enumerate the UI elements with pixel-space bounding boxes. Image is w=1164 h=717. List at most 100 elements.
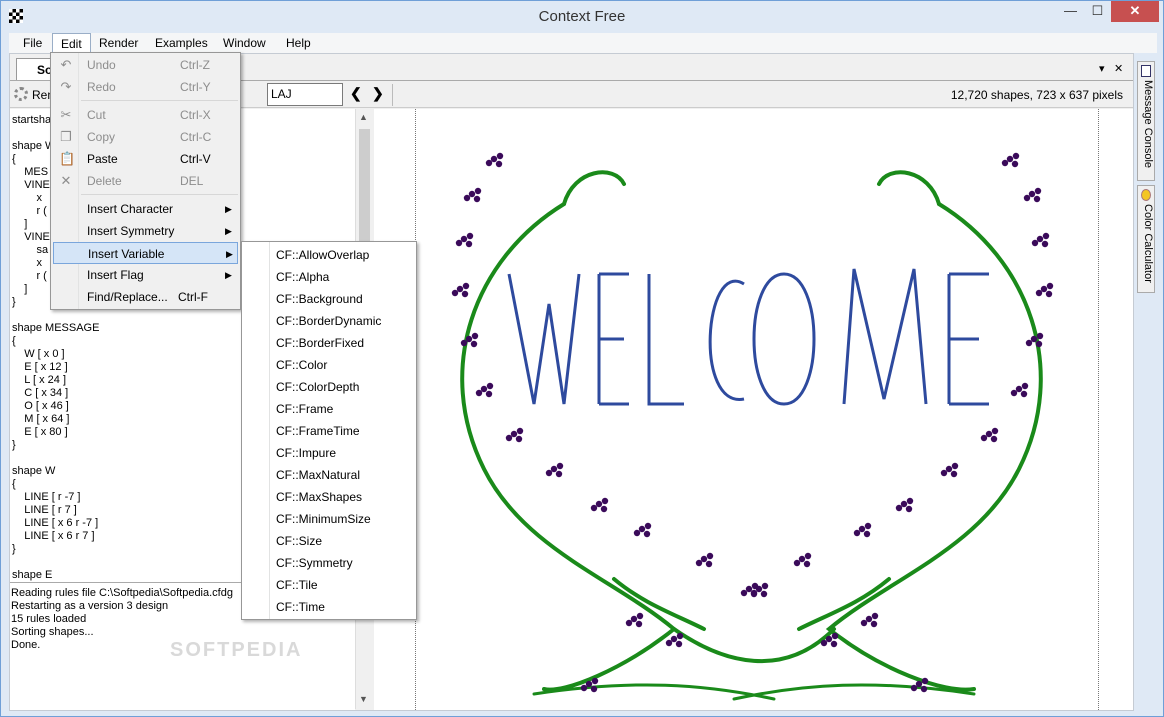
- berry: [556, 462, 564, 470]
- menu-file[interactable]: File: [15, 33, 50, 53]
- code-line: shape MESSAGE: [12, 322, 100, 334]
- edit-menu-insert-flag[interactable]: Insert Flag ▶: [53, 264, 238, 286]
- berry: [465, 240, 473, 248]
- berry: [910, 684, 918, 692]
- berry: [460, 235, 468, 243]
- berry: [625, 619, 633, 627]
- variable-item-colordepth[interactable]: CF::ColorDepth: [276, 376, 416, 398]
- render-canvas[interactable]: [374, 109, 1133, 710]
- variable-item-minimumsize[interactable]: CF::MinimumSize: [276, 508, 416, 530]
- variable-item-frame[interactable]: CF::Frame: [276, 398, 416, 420]
- welcome-letter: [842, 268, 928, 405]
- berry: [490, 155, 498, 163]
- variable-item-color[interactable]: CF::Color: [276, 354, 416, 376]
- code-line: {: [12, 153, 16, 165]
- variable-item-tile[interactable]: CF::Tile: [276, 574, 416, 596]
- variable-item-borderfixed[interactable]: CF::BorderFixed: [276, 332, 416, 354]
- welcome-letter: [752, 272, 816, 406]
- menu-render[interactable]: Render: [91, 33, 146, 53]
- berry: [895, 504, 903, 512]
- berry: [456, 285, 464, 293]
- code-line: x: [12, 192, 42, 204]
- berry: [643, 530, 651, 538]
- edit-menu-insert-symmetry[interactable]: Insert Symmetry ▶: [53, 220, 238, 242]
- variable-item-alpha[interactable]: CF::Alpha: [276, 266, 416, 288]
- vine-stroke: [672, 627, 836, 664]
- menu-bar: File Edit Render Examples Window Help: [9, 33, 1157, 54]
- menu-window[interactable]: Window: [215, 33, 274, 53]
- berry: [991, 427, 999, 435]
- color-calculator-icon: [1141, 189, 1151, 201]
- variable-item-maxshapes[interactable]: CF::MaxShapes: [276, 486, 416, 508]
- variable-item-allowoverlap[interactable]: CF::AllowOverlap: [276, 244, 416, 266]
- berry: [1042, 232, 1050, 240]
- berry: [638, 525, 646, 533]
- edit-menu-cut[interactable]: ✂ Cut Ctrl-X: [53, 104, 238, 126]
- berry: [486, 382, 494, 390]
- vine-stroke: [562, 170, 626, 206]
- berry: [471, 332, 479, 340]
- scroll-down-icon[interactable]: ▼: [359, 694, 368, 704]
- variable-item-maxnatural[interactable]: CF::MaxNatural: [276, 464, 416, 486]
- variable-item-time[interactable]: CF::Time: [276, 596, 416, 618]
- title-bar: Context Free — ☐ ✕: [1, 1, 1163, 32]
- color-calculator-tab[interactable]: Color Calculator: [1137, 185, 1155, 293]
- edit-menu-paste[interactable]: 📋 Paste Ctrl-V: [53, 148, 238, 170]
- variable-item-symmetry[interactable]: CF::Symmetry: [276, 552, 416, 574]
- berry: [915, 680, 923, 688]
- berry: [1006, 155, 1014, 163]
- berry: [951, 462, 959, 470]
- tab-dropdown-icon[interactable]: ▾: [1099, 62, 1105, 75]
- code-line: MES: [12, 166, 49, 178]
- berry: [980, 434, 988, 442]
- berry: [466, 232, 474, 240]
- code-line: ]: [12, 283, 28, 295]
- close-button[interactable]: ✕: [1111, 1, 1159, 22]
- edit-menu-insert-variable[interactable]: Insert Variable ▶: [53, 242, 238, 264]
- tab-close-icon[interactable]: ✕: [1114, 62, 1123, 75]
- variable-item-frametime[interactable]: CF::FrameTime: [276, 420, 416, 442]
- next-variation-button[interactable]: ❯: [372, 85, 384, 102]
- code-line: x: [12, 257, 42, 269]
- redo-icon: ↷: [60, 79, 72, 94]
- welcome-letter: [507, 273, 581, 405]
- prev-variation-button[interactable]: ❮: [350, 85, 362, 102]
- console-line: Done.: [11, 639, 41, 651]
- variable-item-background[interactable]: CF::Background: [276, 288, 416, 310]
- console-icon: [1141, 65, 1151, 77]
- edit-menu-insert-character[interactable]: Insert Character ▶: [53, 198, 238, 220]
- scroll-up-icon[interactable]: ▲: [359, 112, 368, 122]
- berry: [1001, 159, 1009, 167]
- berry: [1034, 187, 1042, 195]
- berry: [1025, 339, 1033, 347]
- berry: [595, 500, 603, 508]
- edit-menu-delete[interactable]: ✕ Delete DEL: [53, 170, 238, 192]
- variable-item-impure[interactable]: CF::Impure: [276, 442, 416, 464]
- edit-menu-redo[interactable]: ↷ Redo Ctrl-Y: [53, 76, 238, 98]
- menu-item-shortcut: Ctrl-X: [180, 108, 211, 122]
- menu-help[interactable]: Help: [278, 33, 319, 53]
- berry: [1010, 389, 1018, 397]
- menu-edit[interactable]: Edit: [52, 33, 91, 54]
- variable-item-borderdynamic[interactable]: CF::BorderDynamic: [276, 310, 416, 332]
- menu-item-label: Insert Character: [87, 202, 174, 216]
- berry: [675, 640, 683, 648]
- minimize-button[interactable]: —: [1057, 1, 1084, 22]
- menu-item-label: Insert Variable: [88, 247, 165, 261]
- code-line: E [ x 80 ]: [12, 426, 68, 438]
- message-console-tab[interactable]: Message Console: [1137, 61, 1155, 181]
- menu-item-shortcut: Ctrl-V: [180, 152, 211, 166]
- berry: [804, 552, 812, 560]
- variation-input[interactable]: LAJ: [267, 83, 343, 106]
- edit-menu-undo[interactable]: ↶ Undo Ctrl-Z: [53, 54, 238, 76]
- berry: [461, 290, 469, 298]
- berry: [505, 434, 513, 442]
- menu-examples[interactable]: Examples: [147, 33, 216, 53]
- variable-item-size[interactable]: CF::Size: [276, 530, 416, 552]
- edit-menu-copy[interactable]: ❐ Copy Ctrl-C: [53, 126, 238, 148]
- berry: [798, 555, 806, 563]
- menu-item-shortcut: Ctrl-F: [178, 290, 208, 304]
- edit-menu-find-replace[interactable]: Find/Replace... Ctrl-F: [53, 286, 238, 308]
- menu-item-label: Paste: [87, 152, 118, 166]
- maximize-button[interactable]: ☐: [1084, 1, 1111, 22]
